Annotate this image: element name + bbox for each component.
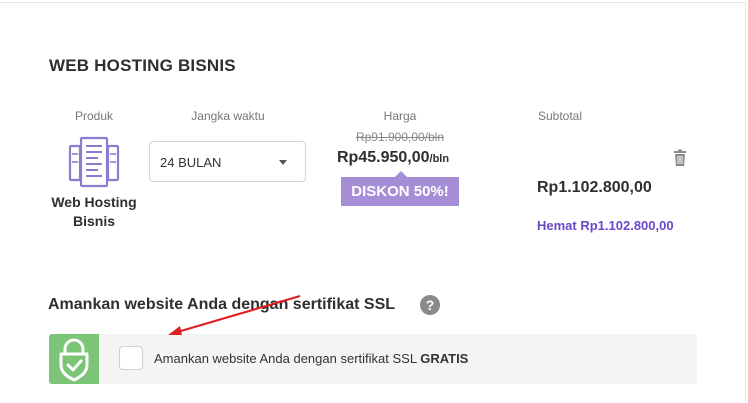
chevron-down-icon — [279, 160, 287, 165]
original-price: Rp91.900,00/bln — [355, 130, 445, 144]
subtotal-amount: Rp1.102.800,00 — [537, 179, 652, 196]
period-select[interactable]: 24 BULAN — [149, 141, 306, 182]
discount-badge: DISKON 50%! — [341, 177, 459, 206]
discounted-price: Rp45.950,00/bln — [337, 149, 477, 167]
section-title: WEB HOSTING BISNIS — [49, 56, 236, 75]
ssl-checkbox-label[interactable]: Amankan website Anda dengan sertifikat S… — [154, 351, 468, 366]
column-header-price: Harga — [383, 109, 417, 123]
column-header-subtotal: Subtotal — [537, 109, 583, 123]
column-header-product: Produk — [74, 109, 114, 123]
ssl-checkbox[interactable] — [119, 346, 143, 370]
product-name: Web Hosting Bisnis — [51, 194, 137, 229]
price-unit: /bln — [429, 153, 450, 165]
trash-icon[interactable] — [671, 149, 689, 167]
ssl-shield-icon — [49, 334, 99, 384]
column-header-period: Jangka waktu — [191, 109, 265, 123]
cart-item-card: WEB HOSTING BISNIS Produk Jangka waktu H… — [0, 2, 746, 403]
period-select-value: 24 BULAN — [160, 155, 222, 170]
ssl-label-text: Amankan website Anda dengan sertifikat S… — [154, 351, 417, 366]
server-icon — [68, 136, 120, 188]
savings-text: Hemat Rp1.102.800,00 — [537, 218, 674, 233]
annotation-arrow — [168, 294, 301, 335]
help-icon[interactable]: ? — [420, 295, 440, 315]
ssl-option-row[interactable]: Amankan website Anda dengan sertifikat S… — [49, 334, 697, 384]
price-amount: Rp45.950,00 — [337, 149, 430, 166]
ssl-label-free: GRATIS — [420, 351, 469, 366]
